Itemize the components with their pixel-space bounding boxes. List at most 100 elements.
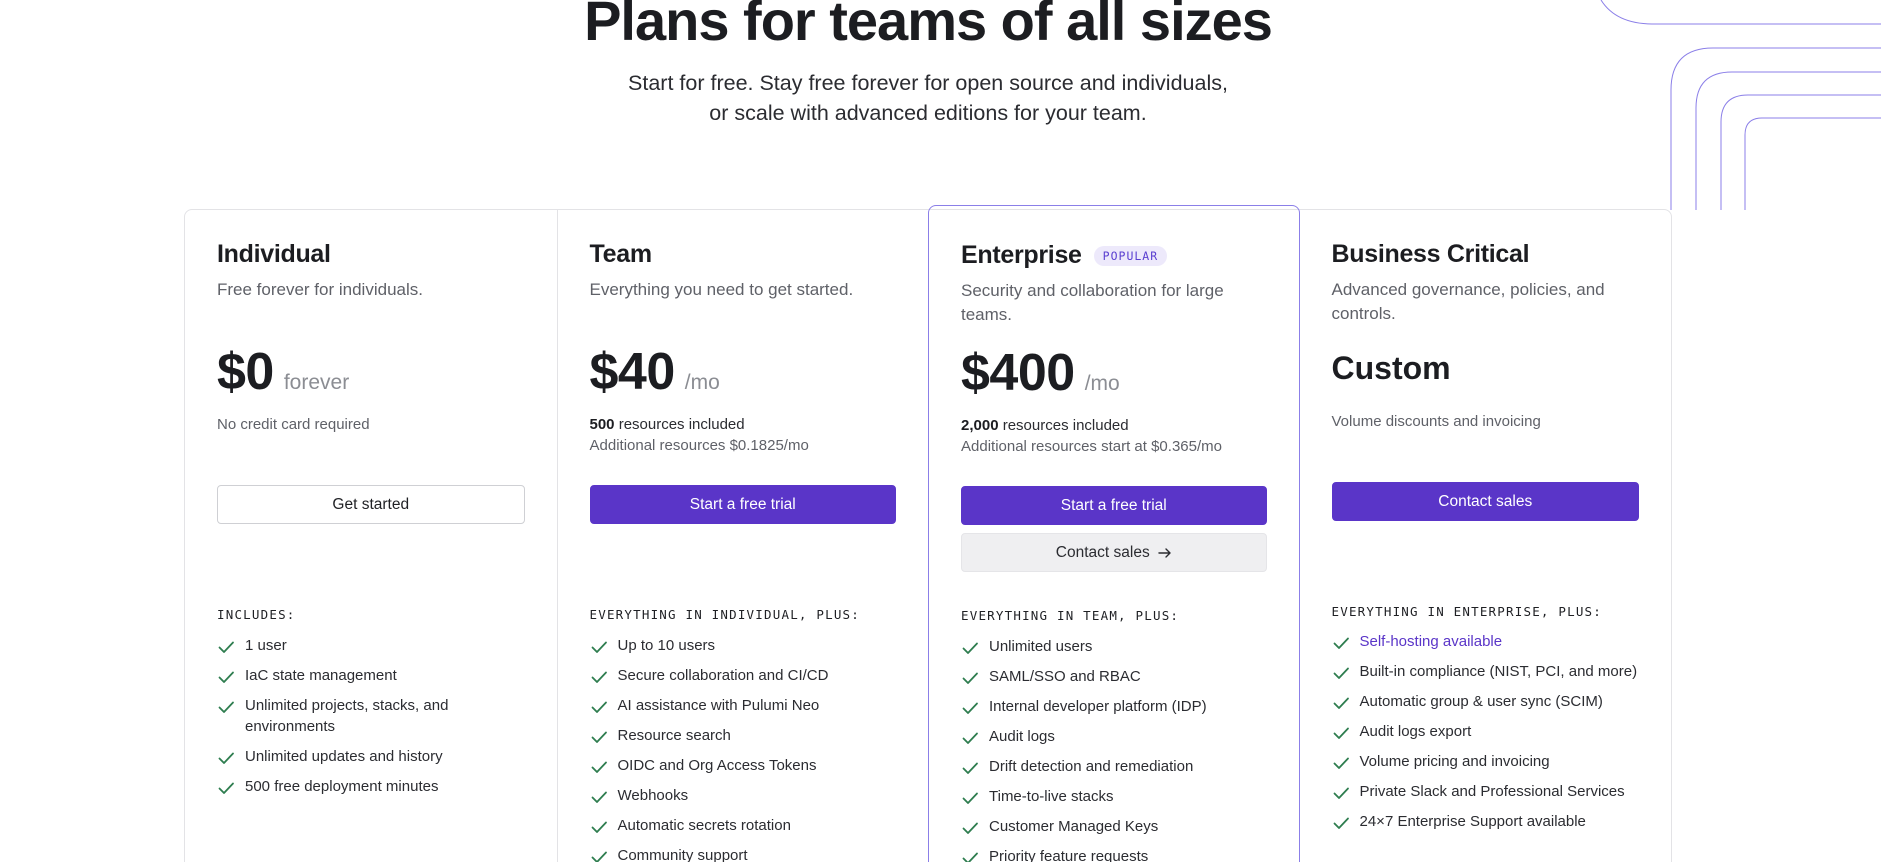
includes-title: INCLUDES: — [217, 607, 296, 622]
page-subtitle: Start for free. Stay free forever for op… — [628, 71, 1228, 125]
feature-label: Unlimited updates and history — [245, 748, 443, 765]
resources-included: 500 resources included — [590, 414, 909, 435]
plan-note: No credit card required — [217, 414, 537, 435]
feature-item: Secure collaboration and CI/CD — [590, 665, 905, 686]
feature-item: Internal developer platform (IDP) — [961, 696, 1275, 717]
feature-list: 1 user IaC state management Unlimited proj… — [217, 635, 533, 806]
start-free-trial-button[interactable]: Start a free trial — [589, 485, 896, 524]
plan-price: $400 — [961, 344, 1075, 402]
feature-label: Up to 10 users — [617, 637, 716, 654]
check-icon — [1333, 817, 1349, 829]
contact-sales-label: Contact sales — [1055, 543, 1150, 561]
get-started-button[interactable]: Get started — [217, 485, 525, 524]
feature-item: Up to 10 users — [590, 635, 905, 656]
plan-name: Business Critical — [1331, 240, 1530, 268]
check-icon — [591, 851, 607, 862]
feature-item: IaC state management — [217, 665, 533, 686]
plan-note: 500 resources included Additional resour… — [590, 414, 909, 456]
pricing-grid: Individual Free forever for individuals.… — [184, 205, 1672, 862]
feature-item: Webhooks — [590, 785, 905, 806]
feature-label: 24×7 Enterprise Support available — [1359, 813, 1586, 830]
check-icon — [1333, 727, 1349, 739]
price-unit: /mo — [1084, 372, 1120, 395]
feature-label: Audit logs export — [1359, 723, 1472, 740]
feature-label: Internal developer platform (IDP) — [989, 698, 1207, 715]
feature-label: Automatic secrets rotation — [617, 817, 791, 834]
resources-count: 500 — [589, 416, 615, 433]
resources-label: resources included — [614, 416, 745, 433]
check-icon — [591, 761, 607, 773]
plan-header: Individual — [217, 240, 529, 269]
check-icon — [218, 701, 234, 713]
feature-item: Built-in compliance (NIST, PCI, and more… — [1332, 661, 1648, 682]
feature-label: SAML/SSO and RBAC — [989, 668, 1141, 685]
check-icon — [218, 641, 234, 653]
page-title: Plans for teams of all sizes — [584, 0, 1273, 52]
contact-sales-button[interactable]: Contact sales — [1331, 482, 1639, 521]
feature-label: Private Slack and Professional Services — [1359, 783, 1625, 800]
check-icon — [962, 732, 978, 744]
plan-header: Business Critical — [1332, 240, 1644, 269]
feature-item: 1 user — [217, 635, 533, 656]
plan-price: Custom — [1331, 350, 1451, 386]
feature-item: Customer Managed Keys — [961, 816, 1275, 837]
pricing-page: Plans for teams of all sizes Start for f… — [0, 0, 1881, 862]
feature-item: Audit logs export — [1332, 721, 1648, 742]
feature-item: Unlimited projects, stacks, and environm… — [217, 695, 533, 737]
feature-label: Unlimited users — [989, 638, 1093, 655]
feature-label: OIDC and Org Access Tokens — [617, 757, 817, 774]
check-icon — [218, 671, 234, 683]
feature-item: 500 free deployment minutes — [217, 776, 533, 797]
additional-resources: Additional resources start at $0.365/mo — [961, 438, 1222, 455]
feature-item[interactable]: Self-hosting available — [1332, 631, 1648, 652]
feature-item: Unlimited updates and history — [217, 746, 533, 767]
feature-label: AI assistance with Pulumi Neo — [617, 697, 820, 714]
note-line: No credit card required — [217, 416, 370, 433]
plan-price: $0 — [217, 343, 274, 401]
feature-label: Priority feature requests — [989, 848, 1149, 862]
note-line: Volume discounts and invoicing — [1331, 413, 1541, 430]
includes-title: EVERYTHING IN INDIVIDUAL, PLUS: — [589, 607, 860, 622]
check-icon — [591, 701, 607, 713]
plan-card-business-critical: Business Critical Advanced governance, p… — [1300, 210, 1672, 862]
price-row: $0 forever — [217, 342, 349, 402]
feature-label: Webhooks — [617, 787, 689, 804]
feature-item: Private Slack and Professional Services — [1332, 781, 1648, 802]
contact-sales-button[interactable]: Contact sales — [961, 533, 1267, 572]
check-icon — [962, 702, 978, 714]
plan-header: Team — [590, 240, 901, 269]
check-icon — [591, 791, 607, 803]
feature-item: Audit logs — [961, 726, 1275, 747]
includes-title: EVERYTHING IN ENTERPRISE, PLUS: — [1331, 604, 1602, 619]
plan-note: 2,000 resources included Additional reso… — [961, 415, 1279, 457]
feature-item: Automatic secrets rotation — [590, 815, 905, 836]
plan-description: Everything you need to get started. — [589, 280, 854, 299]
check-icon — [1333, 757, 1349, 769]
plan-name: Enterprise — [961, 241, 1082, 269]
includes-title: EVERYTHING IN TEAM, PLUS: — [961, 608, 1180, 623]
arrow-right-icon — [1158, 547, 1171, 558]
plan-description: Security and collaboration for large tea… — [961, 281, 1224, 324]
price-row: $400 /mo — [961, 343, 1120, 403]
check-icon — [218, 782, 234, 794]
feature-label: Resource search — [617, 727, 731, 744]
check-icon — [962, 672, 978, 684]
check-icon — [591, 641, 607, 653]
check-icon — [1333, 697, 1349, 709]
feature-list: Self-hosting available Built-in complianc… — [1332, 631, 1648, 841]
feature-item: 24×7 Enterprise Support available — [1332, 811, 1648, 832]
feature-label: Automatic group & user sync (SCIM) — [1359, 693, 1603, 710]
plan-note: Volume discounts and invoicing — [1332, 411, 1652, 432]
self-hosting-link[interactable]: Self-hosting available — [1360, 631, 1503, 652]
feature-list: Up to 10 users Secure collaboration and C… — [590, 635, 905, 862]
feature-item: Priority feature requests — [961, 846, 1275, 862]
start-free-trial-button[interactable]: Start a free trial — [961, 486, 1267, 525]
feature-item: Automatic group & user sync (SCIM) — [1332, 691, 1648, 712]
feature-label: Secure collaboration and CI/CD — [617, 667, 829, 684]
price-unit: /mo — [684, 371, 720, 394]
check-icon — [218, 752, 234, 764]
feature-list: Unlimited users SAML/SSO and RBAC Internal… — [961, 636, 1275, 862]
check-icon — [1333, 667, 1349, 679]
feature-label: 1 user — [245, 637, 287, 654]
feature-item: Drift detection and remediation — [961, 756, 1275, 777]
